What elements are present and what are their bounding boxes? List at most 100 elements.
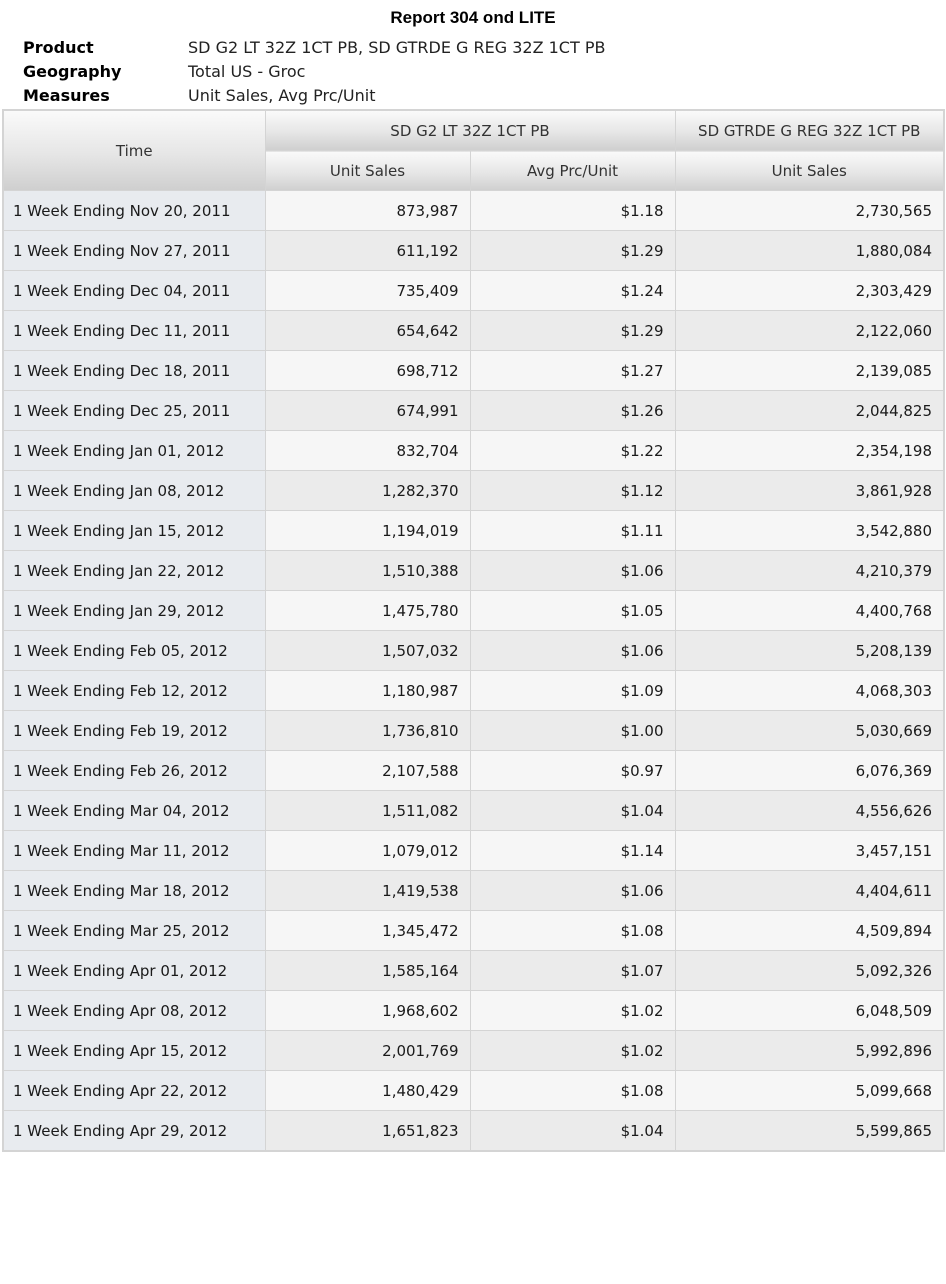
time-cell: 1 Week Ending Dec 25, 2011 bbox=[2, 390, 266, 431]
time-cell: 1 Week Ending Jan 01, 2012 bbox=[2, 430, 266, 471]
unit-sales-cell: 2,122,060 bbox=[674, 310, 945, 351]
table-row: 1 Week Ending Dec 18, 2011 698,712 $1.27 2,… bbox=[2, 350, 945, 391]
unit-sales-cell: 5,099,668 bbox=[674, 1070, 945, 1111]
table-row: 1 Week Ending Nov 27, 2011 611,192 $1.29 1,… bbox=[2, 230, 945, 271]
parameter-value: Unit Sales, Avg Prc/Unit bbox=[188, 86, 376, 105]
unit-sales-cell: 1,079,012 bbox=[264, 830, 471, 871]
parameter-value: SD G2 LT 32Z 1CT PB, SD GTRDE G REG 32Z … bbox=[188, 38, 606, 57]
time-cell: 1 Week Ending Apr 29, 2012 bbox=[2, 1110, 266, 1152]
time-cell: 1 Week Ending Nov 20, 2011 bbox=[2, 190, 266, 231]
unit-sales-cell: 1,480,429 bbox=[264, 1070, 471, 1111]
avg-price-cell: $1.24 bbox=[469, 270, 676, 311]
unit-sales-cell: 1,419,538 bbox=[264, 870, 471, 911]
table-row: 1 Week Ending Jan 01, 2012 832,704 $1.22 2,… bbox=[2, 430, 945, 471]
time-cell: 1 Week Ending Feb 12, 2012 bbox=[2, 670, 266, 711]
avg-price-cell: $1.26 bbox=[469, 390, 676, 431]
unit-sales-cell: 1,651,823 bbox=[264, 1110, 471, 1152]
parameter-label: Product bbox=[23, 38, 94, 57]
unit-sales-cell: 6,048,509 bbox=[674, 990, 945, 1031]
unit-sales-cell: 2,044,825 bbox=[674, 390, 945, 431]
unit-sales-cell: 4,400,768 bbox=[674, 590, 945, 631]
unit-sales-cell: 5,208,139 bbox=[674, 630, 945, 671]
avg-price-cell: $1.22 bbox=[469, 430, 676, 471]
unit-sales-cell: 6,076,369 bbox=[674, 750, 945, 791]
unit-sales-cell: 2,303,429 bbox=[674, 270, 945, 311]
unit-sales-cell: 2,139,085 bbox=[674, 350, 945, 391]
avg-price-cell: $1.06 bbox=[469, 630, 676, 671]
unit-sales-cell: 698,712 bbox=[264, 350, 471, 391]
time-cell: 1 Week Ending Mar 11, 2012 bbox=[2, 830, 266, 871]
unit-sales-cell: 4,556,626 bbox=[674, 790, 945, 831]
avg-price-cell: $1.02 bbox=[469, 990, 676, 1031]
time-cell: 1 Week Ending Dec 18, 2011 bbox=[2, 350, 266, 391]
table-row: 1 Week Ending Mar 04, 2012 1,511,082 $1.04… bbox=[2, 790, 945, 831]
avg-price-cell: $1.07 bbox=[469, 950, 676, 991]
unit-sales-cell: 873,987 bbox=[264, 190, 471, 231]
table-row: 1 Week Ending Mar 25, 2012 1,345,472 $1.08… bbox=[2, 910, 945, 951]
parameter-label: Measures bbox=[23, 86, 110, 105]
unit-sales-cell: 1,511,082 bbox=[264, 790, 471, 831]
unit-sales-cell: 735,409 bbox=[264, 270, 471, 311]
unit-sales-cell: 4,210,379 bbox=[674, 550, 945, 591]
avg-price-cell: $1.00 bbox=[469, 710, 676, 751]
unit-sales-cell: 4,404,611 bbox=[674, 870, 945, 911]
avg-price-cell: $1.02 bbox=[469, 1030, 676, 1071]
avg-price-cell: $1.12 bbox=[469, 470, 676, 511]
time-cell: 1 Week Ending Feb 26, 2012 bbox=[2, 750, 266, 791]
time-cell: 1 Week Ending Mar 25, 2012 bbox=[2, 910, 266, 951]
unit-sales-cell: 1,880,084 bbox=[674, 230, 945, 271]
time-cell: 1 Week Ending Jan 15, 2012 bbox=[2, 510, 266, 551]
product-group-header: SD G2 LT 32Z 1CT PB bbox=[264, 109, 676, 151]
table-row: 1 Week Ending Jan 29, 2012 1,475,780 $1.05… bbox=[2, 590, 945, 631]
unit-sales-cell: 5,992,896 bbox=[674, 1030, 945, 1071]
unit-sales-cell: 2,001,769 bbox=[264, 1030, 471, 1071]
unit-sales-cell: 2,107,588 bbox=[264, 750, 471, 791]
avg-price-cell: $1.29 bbox=[469, 310, 676, 351]
avg-price-cell: $1.08 bbox=[469, 1070, 676, 1111]
avg-price-cell: $1.06 bbox=[469, 550, 676, 591]
table-row: 1 Week Ending Apr 08, 2012 1,968,602 $1.02… bbox=[2, 990, 945, 1031]
unit-sales-cell: 611,192 bbox=[264, 230, 471, 271]
parameter-row: Measures Unit Sales, Avg Prc/Unit bbox=[23, 84, 605, 108]
table-row: 1 Week Ending Jan 22, 2012 1,510,388 $1.06… bbox=[2, 550, 945, 591]
unit-sales-cell: 1,180,987 bbox=[264, 670, 471, 711]
time-cell: 1 Week Ending Jan 29, 2012 bbox=[2, 590, 266, 631]
time-cell: 1 Week Ending Mar 04, 2012 bbox=[2, 790, 266, 831]
unit-sales-cell: 5,599,865 bbox=[674, 1110, 945, 1152]
report-table: Time SD G2 LT 32Z 1CT PB SD GTRDE G REG … bbox=[2, 109, 946, 1152]
unit-sales-cell: 3,861,928 bbox=[674, 470, 945, 511]
table-row: 1 Week Ending Mar 11, 2012 1,079,012 $1.14… bbox=[2, 830, 945, 871]
avg-price-cell: $1.11 bbox=[469, 510, 676, 551]
avg-price-cell: $1.06 bbox=[469, 870, 676, 911]
avg-price-cell: $1.27 bbox=[469, 350, 676, 391]
unit-sales-cell: 1,510,388 bbox=[264, 550, 471, 591]
table-row: 1 Week Ending Apr 15, 2012 2,001,769 $1.02… bbox=[2, 1030, 945, 1071]
unit-sales-cell: 1,475,780 bbox=[264, 590, 471, 631]
time-cell: 1 Week Ending Mar 18, 2012 bbox=[2, 870, 266, 911]
time-cell: 1 Week Ending Feb 19, 2012 bbox=[2, 710, 266, 751]
avg-price-cell: $0.97 bbox=[469, 750, 676, 791]
unit-sales-cell: 1,282,370 bbox=[264, 470, 471, 511]
unit-sales-cell: 2,354,198 bbox=[674, 430, 945, 471]
unit-sales-cell: 3,457,151 bbox=[674, 830, 945, 871]
avg-price-cell: $1.18 bbox=[469, 190, 676, 231]
avg-price-cell: $1.29 bbox=[469, 230, 676, 271]
table-row: 1 Week Ending Jan 15, 2012 1,194,019 $1.11… bbox=[2, 510, 945, 551]
avg-price-cell: $1.14 bbox=[469, 830, 676, 871]
measure-column-header: Unit Sales bbox=[674, 150, 945, 191]
time-cell: 1 Week Ending Dec 11, 2011 bbox=[2, 310, 266, 351]
measure-column-header: Unit Sales bbox=[264, 150, 471, 191]
avg-price-cell: $1.05 bbox=[469, 590, 676, 631]
product-group-header: SD GTRDE G REG 32Z 1CT PB bbox=[674, 109, 945, 151]
time-cell: 1 Week Ending Jan 08, 2012 bbox=[2, 470, 266, 511]
table-row: 1 Week Ending Jan 08, 2012 1,282,370 $1.12… bbox=[2, 470, 945, 511]
table-row: 1 Week Ending Dec 04, 2011 735,409 $1.24 2,… bbox=[2, 270, 945, 311]
unit-sales-cell: 2,730,565 bbox=[674, 190, 945, 231]
unit-sales-cell: 3,542,880 bbox=[674, 510, 945, 551]
time-cell: 1 Week Ending Dec 04, 2011 bbox=[2, 270, 266, 311]
time-column-header: Time bbox=[2, 109, 266, 191]
table-row: 1 Week Ending Feb 12, 2012 1,180,987 $1.09… bbox=[2, 670, 945, 711]
unit-sales-cell: 1,585,164 bbox=[264, 950, 471, 991]
time-cell: 1 Week Ending Jan 22, 2012 bbox=[2, 550, 266, 591]
time-cell: 1 Week Ending Apr 15, 2012 bbox=[2, 1030, 266, 1071]
